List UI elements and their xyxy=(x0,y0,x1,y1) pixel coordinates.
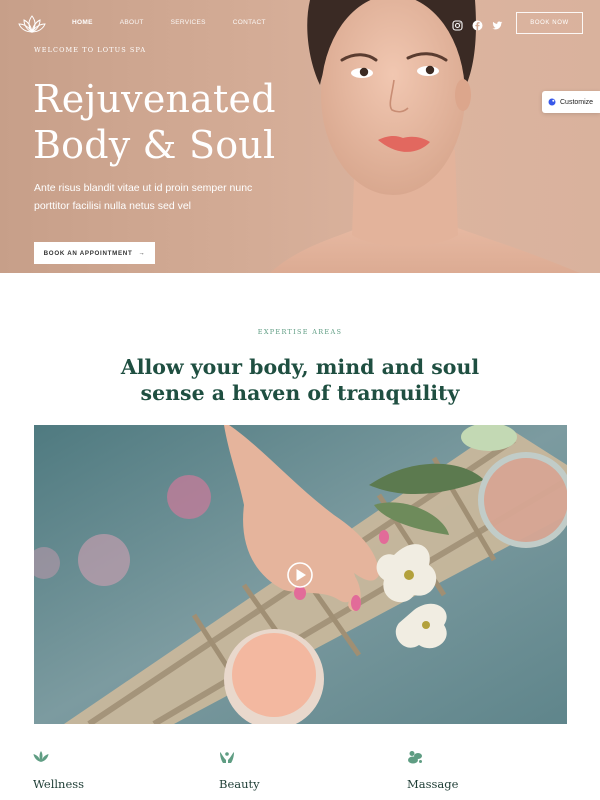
hero-eyebrow: WELCOME TO LOTUS SPA xyxy=(34,46,147,54)
section-title-line1: Allow your body, mind and soul xyxy=(120,355,480,379)
spa-video-thumbnail xyxy=(34,425,567,724)
hero-section: HOME ABOUT SERVICES CONTACT BOOK NOW WEL… xyxy=(0,0,600,273)
section-title: Allow your body, mind and soul sense a h… xyxy=(100,354,500,406)
social-links xyxy=(452,18,503,31)
palette-icon xyxy=(548,98,556,106)
feature-massage: Massage xyxy=(407,750,458,791)
hero-title: Rejuvenated Body & Soul xyxy=(33,76,333,168)
facebook-icon[interactable] xyxy=(472,18,483,31)
arrow-right-icon: → xyxy=(138,249,146,257)
twitter-icon[interactable] xyxy=(492,18,503,30)
section-eyebrow: EXPERTISE AREAS xyxy=(257,328,343,336)
section-title-line2: sense a haven of tranquility xyxy=(140,381,460,405)
book-appointment-label: BOOK AN APPOINTMENT xyxy=(43,249,133,257)
hero-subtitle: Ante risus blandit vitae ut id proin sem… xyxy=(34,182,253,212)
main-nav: HOME ABOUT SERVICES CONTACT xyxy=(72,19,293,26)
feature-label: Beauty xyxy=(219,777,260,791)
customize-label: Customize xyxy=(560,98,594,106)
spa-stones-icon xyxy=(408,751,422,764)
feature-beauty: Beauty xyxy=(219,750,260,791)
book-now-button[interactable]: BOOK NOW xyxy=(516,12,583,34)
nav-contact[interactable]: CONTACT xyxy=(233,19,266,26)
lotus-logo-icon[interactable] xyxy=(17,13,47,35)
feature-wellness: Wellness xyxy=(33,750,84,791)
nav-about[interactable]: ABOUT xyxy=(120,19,144,26)
feature-label: Wellness xyxy=(33,777,85,791)
feature-label: Massage xyxy=(407,777,459,791)
lotus-icon xyxy=(33,751,49,762)
nav-home[interactable]: HOME xyxy=(72,19,93,26)
nav-services[interactable]: SERVICES xyxy=(171,19,206,26)
instagram-icon[interactable] xyxy=(452,18,463,31)
spa-video[interactable] xyxy=(34,425,567,724)
book-appointment-button[interactable]: BOOK AN APPOINTMENT → xyxy=(34,242,155,264)
hands-icon xyxy=(220,752,234,763)
customize-button[interactable]: Customize xyxy=(542,91,600,113)
hero-title-line2: Body & Soul xyxy=(33,123,276,167)
hero-title-line1: Rejuvenated xyxy=(33,77,276,121)
